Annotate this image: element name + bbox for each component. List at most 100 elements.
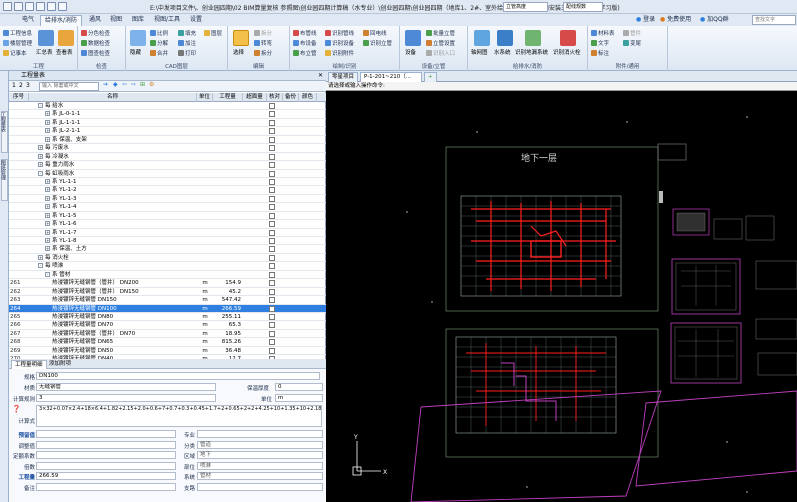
identify-device-button[interactable]: 识别设备: [325, 39, 354, 47]
expand-icon[interactable]: ⊞: [140, 81, 145, 88]
expand-icon[interactable]: +: [45, 111, 50, 117]
select-icon[interactable]: [233, 30, 249, 46]
table-row[interactable]: + 每 冷凝水: [9, 153, 326, 162]
batch-riser-button[interactable]: 批量立管: [426, 29, 455, 37]
save-icon[interactable]: [36, 2, 45, 11]
split-button[interactable]: 拆分: [254, 29, 272, 37]
field-value-left[interactable]: [36, 430, 176, 438]
vtab-quantity-table[interactable]: 工程量表: [0, 111, 8, 153]
command-line[interactable]: 请选择或输入操作命令:: [326, 82, 797, 91]
spec-field[interactable]: DN100: [36, 372, 320, 380]
expand-icon[interactable]: +: [38, 162, 43, 168]
field-value-right[interactable]: [197, 482, 323, 491]
expand-icon[interactable]: +: [38, 254, 43, 260]
back-icon[interactable]: ⇦: [122, 81, 127, 88]
table-row[interactable]: + 系 YL-1-3: [9, 195, 326, 204]
field-value-right[interactable]: 地下: [197, 451, 323, 459]
vtab-drawing-manage[interactable]: 图纸管理: [0, 159, 8, 201]
col-num[interactable]: 序号: [9, 93, 29, 102]
split2-button[interactable]: 拆分: [254, 49, 272, 57]
table-row[interactable]: -每 给水: [9, 102, 326, 111]
insulation-field[interactable]: 0: [275, 383, 323, 391]
table-row[interactable]: + 系 YL-1-6: [9, 220, 326, 229]
table-row[interactable]: 265 热浸镀锌无缝钢管 DN80 m 255.11: [9, 313, 326, 322]
settings-icon[interactable]: ⚙: [149, 81, 154, 88]
draw-riser-button[interactable]: 布立管: [293, 49, 317, 57]
level-2-button[interactable]: 2: [19, 82, 23, 89]
table-row[interactable]: -系 管材: [9, 271, 326, 280]
fill-button[interactable]: 填充: [178, 29, 196, 37]
color-check-button[interactable]: 分色检查: [81, 29, 110, 37]
row-check-checkbox[interactable]: [269, 153, 275, 160]
print-button[interactable]: 打印: [178, 49, 196, 57]
redo-icon[interactable]: [58, 2, 67, 11]
material-table-button[interactable]: 材料表: [591, 29, 615, 37]
cad-tab-misc[interactable]: 零星项目: [328, 72, 359, 82]
field-value-left[interactable]: [36, 451, 176, 459]
col-check[interactable]: 核对: [267, 93, 283, 102]
scope-select[interactable]: 立管高度: [503, 2, 548, 12]
row-check-checkbox[interactable]: [269, 103, 275, 109]
row-check-checkbox[interactable]: [269, 313, 275, 320]
rule-field[interactable]: 3: [36, 394, 216, 402]
draw-device-button[interactable]: 布设备: [293, 39, 317, 47]
table-row[interactable]: + 系 YL-1-5: [9, 212, 326, 221]
table-row[interactable]: 267 热浸镀锌无缝钢管（管井） DN70 m 18.95: [9, 330, 326, 339]
tree-search-input[interactable]: 输入 除套或中文: [39, 82, 99, 91]
row-check-checkbox[interactable]: [269, 119, 275, 126]
tab-electric[interactable]: 电气: [18, 15, 38, 26]
draw-pipe-button[interactable]: 布管线: [293, 29, 317, 37]
expand-icon[interactable]: +: [45, 136, 50, 142]
table-row[interactable]: + 每 重力雨水: [9, 161, 326, 170]
floor-drain-icon[interactable]: [525, 30, 541, 46]
table-row[interactable]: 261 热浸镀锌无缝钢管（管井） DN200 m 154.9: [9, 279, 326, 288]
row-check-checkbox[interactable]: [269, 263, 275, 270]
table-row[interactable]: -每 喷淋: [9, 262, 326, 271]
device-big-icon[interactable]: [405, 30, 421, 46]
hydrant-icon[interactable]: [560, 30, 576, 46]
explode-button[interactable]: 分解: [150, 39, 168, 47]
field-value-left[interactable]: [36, 461, 176, 470]
row-check-checkbox[interactable]: [269, 221, 275, 228]
expand-icon[interactable]: +: [45, 229, 50, 235]
table-row[interactable]: + 每 消火栓: [9, 254, 326, 263]
table-row[interactable]: + 系 保温、支架: [9, 136, 326, 145]
water-system-icon[interactable]: [497, 30, 513, 46]
row-check-checkbox[interactable]: [269, 330, 275, 337]
table-row[interactable]: + 系 保温、土方: [9, 245, 326, 254]
project-info-button[interactable]: 工程信息: [3, 29, 32, 37]
col-backup[interactable]: 备份: [283, 93, 299, 102]
level-3-button[interactable]: 3: [26, 82, 30, 89]
turn-button[interactable]: 转弯: [254, 39, 272, 47]
table-row[interactable]: 263 热浸镀锌无缝钢管 DN150 m 547.42: [9, 296, 326, 305]
floor-manage-button[interactable]: 楼层管理: [3, 39, 32, 47]
field-value-left[interactable]: [36, 440, 176, 449]
login-link[interactable]: ● 登录: [636, 15, 655, 25]
undo-icon[interactable]: [47, 2, 56, 11]
summary-icon[interactable]: [38, 30, 54, 46]
expand-icon[interactable]: +: [38, 145, 43, 151]
cad-tab-add[interactable]: +: [424, 72, 437, 82]
table-row[interactable]: + 系 JL-2-1-1: [9, 127, 326, 136]
table-row[interactable]: + 每 污废水: [9, 144, 326, 153]
field-value-right[interactable]: 喷淋: [197, 461, 323, 470]
text-button[interactable]: 文字: [591, 39, 609, 47]
close-icon[interactable]: ✕: [318, 71, 323, 80]
row-check-checkbox[interactable]: [269, 170, 275, 177]
field-value-right[interactable]: 管道: [197, 440, 323, 449]
forward-icon[interactable]: ⇨: [131, 81, 136, 88]
row-check-checkbox[interactable]: [269, 288, 275, 295]
col-over[interactable]: 超面量: [243, 93, 267, 102]
data-check-button[interactable]: 数据检查: [81, 39, 110, 47]
expand-icon[interactable]: +: [45, 221, 50, 227]
row-check-checkbox[interactable]: [269, 162, 275, 169]
col-qty[interactable]: 工程量: [213, 93, 243, 102]
field-value-left[interactable]: [36, 482, 176, 491]
field-value-right[interactable]: 管材: [197, 472, 323, 480]
table-row[interactable]: + 系 JL-1-1-1: [9, 119, 326, 128]
col-name[interactable]: 名称: [29, 93, 197, 102]
row-check-checkbox[interactable]: [269, 229, 275, 236]
view-table-icon[interactable]: [58, 30, 74, 46]
row-check-checkbox[interactable]: [269, 204, 275, 211]
unit-field[interactable]: m: [275, 394, 323, 402]
